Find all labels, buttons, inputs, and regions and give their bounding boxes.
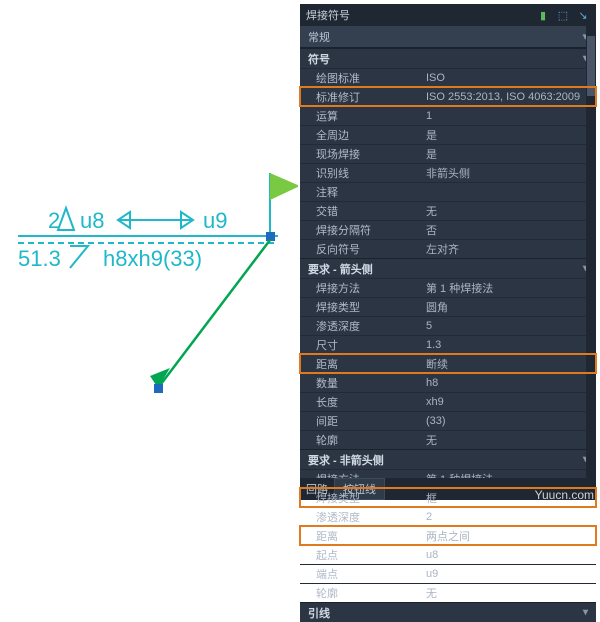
property-value[interactable]: xh9 (420, 396, 596, 408)
property-row[interactable]: 全周边是 (300, 125, 596, 144)
property-value[interactable]: 两点之间 (420, 528, 596, 544)
property-label: 轮廓 (300, 432, 420, 448)
property-row[interactable]: 焊接方法第 1 种焊接法 (300, 278, 596, 297)
property-label: 绘图标准 (300, 70, 420, 86)
drawing-canvas: 2 u8 u9 51.3 h8xh9(33) (8, 8, 298, 498)
label-bl: 51.3 (18, 246, 61, 271)
property-label: 间距 (300, 413, 420, 429)
property-value[interactable]: (33) (420, 415, 596, 427)
property-value[interactable]: 是 (420, 127, 596, 143)
property-value[interactable]: 2 (420, 511, 596, 523)
property-row[interactable]: 渗透深度2 (300, 507, 596, 526)
property-row[interactable]: 轮廓无 (300, 583, 596, 602)
property-row[interactable]: 长度xh9 (300, 392, 596, 411)
property-row[interactable]: 端点u9 (300, 564, 596, 583)
property-row[interactable]: 轮廓无 (300, 430, 596, 449)
label-u9: u9 (203, 208, 227, 233)
property-row[interactable]: 焊接类型圆角 (300, 297, 596, 316)
property-value[interactable]: 圆角 (420, 299, 596, 315)
property-value[interactable]: 否 (420, 222, 596, 238)
panel-titlebar[interactable]: 焊接符号 ▮ ⬚ ↘ (300, 4, 596, 26)
property-row[interactable]: 渗透深度5 (300, 316, 596, 335)
property-label: 识别线 (300, 165, 420, 181)
property-label: 运算 (300, 108, 420, 124)
properties-panel: 焊接符号 ▮ ⬚ ↘ 常规 ▾ 符号▾ 绘图标准ISO标准修订ISO 2553:… (300, 4, 596, 500)
property-value[interactable]: 1 (420, 110, 596, 122)
property-row[interactable]: 数量h8 (300, 373, 596, 392)
property-label: 距离 (300, 356, 420, 372)
property-row[interactable]: 识别线非箭头侧 (300, 163, 596, 182)
section-req-other[interactable]: 要求 - 非箭头侧▾ (300, 449, 596, 469)
filter-icon[interactable]: ▮ (536, 8, 550, 22)
property-label: 焊接分隔符 (300, 222, 420, 238)
category-dropdown[interactable]: 常规 ▾ (300, 26, 596, 48)
section-symbol[interactable]: 符号▾ (300, 48, 596, 68)
property-value[interactable]: ISO 2553:2013, ISO 4063:2009 (420, 91, 596, 103)
property-value[interactable]: 5 (420, 320, 596, 332)
property-row[interactable]: 间距(33) (300, 411, 596, 430)
property-label: 注释 (300, 184, 420, 200)
property-value[interactable]: 无 (420, 432, 596, 448)
property-value[interactable]: 无 (420, 585, 596, 601)
property-row[interactable]: 交错无 (300, 201, 596, 220)
property-label: 全周边 (300, 127, 420, 143)
property-row[interactable]: 注释 (300, 182, 596, 201)
property-label: 渗透深度 (300, 509, 420, 525)
property-label: 长度 (300, 394, 420, 410)
label-u8: u8 (80, 208, 104, 233)
property-label: 反向符号 (300, 241, 420, 257)
property-value[interactable]: 断续 (420, 356, 596, 372)
property-label: 标准修订 (300, 89, 420, 105)
property-value[interactable]: 无 (420, 203, 596, 219)
dropdown-value: 常规 (308, 29, 330, 45)
property-value[interactable]: u8 (420, 549, 596, 561)
property-row[interactable]: 标准修订ISO 2553:2013, ISO 4063:2009 (300, 87, 596, 106)
property-value[interactable]: h8 (420, 377, 596, 389)
flag-icon (270, 173, 298, 200)
grip-handle[interactable] (154, 384, 163, 393)
property-row[interactable]: 焊接类型框 (300, 488, 596, 507)
property-value[interactable]: u9 (420, 568, 596, 580)
property-label: 起点 (300, 547, 420, 563)
property-row[interactable]: 距离断续 (300, 354, 596, 373)
property-value[interactable]: 是 (420, 146, 596, 162)
property-row[interactable]: 焊接分隔符否 (300, 220, 596, 239)
property-value[interactable]: 非箭头侧 (420, 165, 596, 181)
grip-handle[interactable] (266, 232, 275, 241)
label-br: h8xh9(33) (103, 246, 202, 271)
property-row[interactable]: 反向符号左对齐 (300, 239, 596, 258)
property-row[interactable]: 现场焊接是 (300, 144, 596, 163)
property-row[interactable]: 绘图标准ISO (300, 68, 596, 87)
select-icon[interactable]: ⬚ (556, 8, 570, 22)
property-label: 现场焊接 (300, 146, 420, 162)
panel-title: 焊接符号 (306, 7, 350, 23)
section-req-arrow[interactable]: 要求 - 箭头侧▾ (300, 258, 596, 278)
property-label: 数量 (300, 375, 420, 391)
property-label: 焊接方法 (300, 280, 420, 296)
section-leader[interactable]: 引线▾ (300, 602, 596, 622)
property-row[interactable]: 运算1 (300, 106, 596, 125)
property-label: 交错 (300, 203, 420, 219)
property-label: 渗透深度 (300, 318, 420, 334)
arrow-icon[interactable]: ↘ (576, 8, 590, 22)
property-label: 轮廓 (300, 585, 420, 601)
property-label: 端点 (300, 566, 420, 582)
property-row[interactable]: 尺寸1.3 (300, 335, 596, 354)
property-value[interactable]: 1.3 (420, 339, 596, 351)
property-value[interactable]: ISO (420, 72, 596, 84)
property-value[interactable]: 左对齐 (420, 241, 596, 257)
property-label: 距离 (300, 528, 420, 544)
property-row[interactable]: 起点u8 (300, 545, 596, 564)
property-row[interactable]: 距离两点之间 (300, 526, 596, 545)
property-value[interactable]: 第 1 种焊接法 (420, 280, 596, 296)
property-label: 尺寸 (300, 337, 420, 353)
property-label: 焊接类型 (300, 299, 420, 315)
